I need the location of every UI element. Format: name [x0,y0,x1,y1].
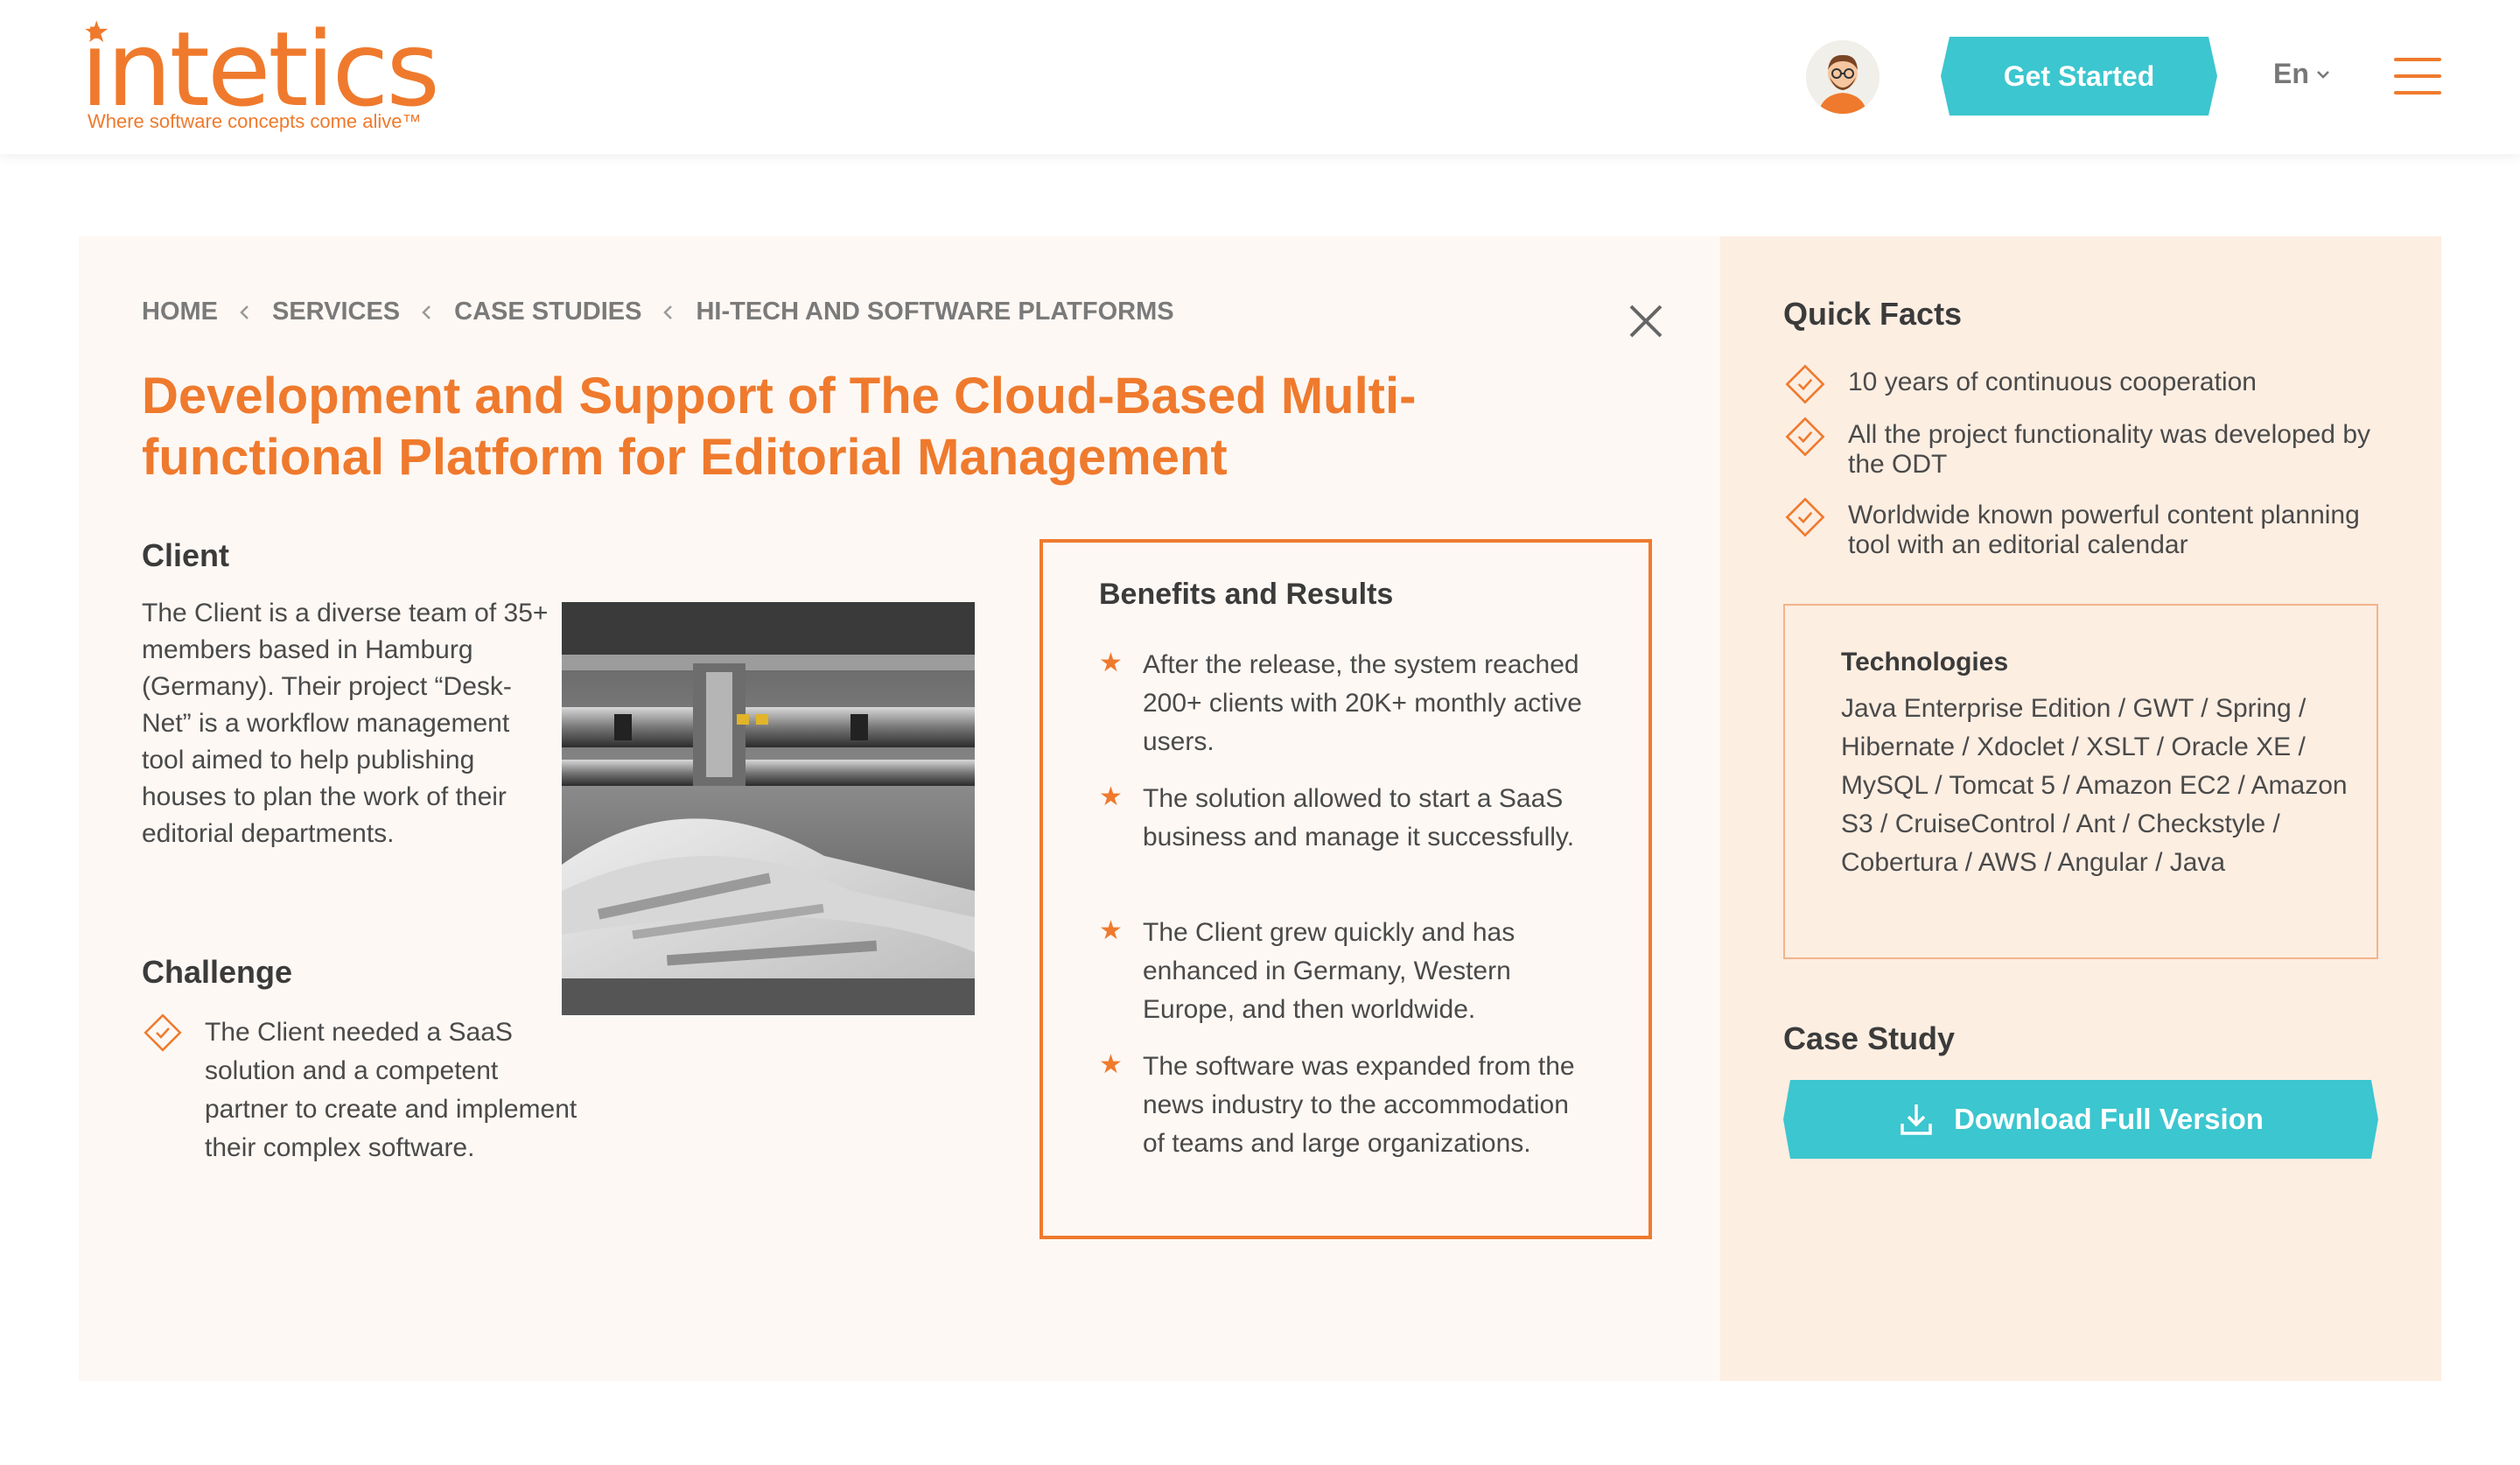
quick-facts-panel: Quick Facts 10 years of continuous coope… [1720,236,2441,1381]
benefit-item: ★ After the release, the system reached … [1099,646,1589,761]
hamburger-menu-icon[interactable] [2394,58,2441,95]
fact-item: 10 years of continuous cooperation [1783,364,2396,406]
download-label: Download Full Version [1954,1103,2264,1135]
consultant-avatar[interactable] [1806,40,1880,114]
fact-item: Worldwide known powerful content plannin… [1783,497,2396,560]
chevron-left-icon [240,305,248,319]
benefits-heading: Benefits and Results [1099,578,1394,611]
client-description: The Client is a diverse team of 35+ memb… [142,599,549,848]
benefits-box: Benefits and Results ★ After the release… [1040,539,1652,1239]
breadcrumb-case-studies[interactable]: CASE STUDIES [454,298,641,326]
benefit-item: ★ The Client grew quickly and has enhanc… [1099,914,1589,1029]
case-study-heading: Case Study [1783,1020,1956,1056]
challenge-heading: Challenge [142,954,293,990]
star-icon: ★ [1099,1050,1123,1079]
breadcrumb-home[interactable]: HOME [142,298,218,326]
technologies-list: Java Enterprise Edition / GWT / Spring /… [1841,694,2348,877]
chevron-left-icon [422,305,431,319]
star-icon: ★ [1099,916,1123,945]
quick-facts-heading: Quick Facts [1783,296,1963,332]
logo-wordmark: intetics [80,9,440,130]
breadcrumb: HOME SERVICES CASE STUDIES HI-TECH AND S… [142,298,1174,326]
diamond-check-icon [1785,497,1825,537]
breadcrumb-hi-tech[interactable]: HI-TECH AND SOFTWARE PLATFORMS [696,298,1173,326]
fact-item: All the project functionality was develo… [1783,417,2396,480]
printing-press-image [562,602,975,1015]
benefit-item: ★ The software was expanded from the new… [1099,1048,1589,1163]
case-study-main-panel: HOME SERVICES CASE STUDIES HI-TECH AND S… [79,236,1720,1381]
challenge-item: The Client needed a SaaS solution and a … [142,1013,579,1167]
diamond-check-icon [144,1013,182,1052]
benefit-text: The Client grew quickly and has enhanced… [1143,918,1516,1024]
logo-tagline: Where software concepts come alive™ [88,110,422,132]
chevron-left-icon [663,305,673,319]
benefit-text: The software was expanded from the news … [1143,1052,1575,1158]
benefit-text: The solution allowed to start a SaaS bus… [1143,784,1575,852]
page-title: Development and Support of The Cloud-Bas… [142,368,1417,486]
breadcrumb-services[interactable]: SERVICES [272,298,400,326]
get-started-button[interactable]: Get Started [1941,37,2217,116]
download-icon [1900,1104,1932,1135]
diamond-check-icon [1785,364,1825,404]
diamond-check-icon [1785,417,1825,457]
site-header: ★ intetics Where software concepts come … [0,0,2520,154]
intetics-logo[interactable]: ★ intetics Where software concepts come … [80,9,448,140]
fact-text: Worldwide known powerful content plannin… [1848,501,2360,559]
fact-text: All the project functionality was develo… [1848,420,2371,479]
technologies-box: Technologies Java Enterprise Edition / G… [1783,604,2378,959]
download-full-version-button[interactable]: Download Full Version [1783,1080,2378,1159]
client-heading: Client [142,537,230,573]
close-icon[interactable] [1626,301,1666,341]
challenge-text: The Client needed a SaaS solution and a … [205,1018,578,1162]
technologies-heading: Technologies [1841,648,2009,676]
language-selector[interactable]: En [2273,58,2330,90]
benefit-item: ★ The solution allowed to start a SaaS b… [1099,780,1589,857]
benefit-text: After the release, the system reached 20… [1143,650,1582,756]
chevron-down-icon [2317,70,2329,79]
star-icon: ★ [1099,648,1123,677]
language-label: En [2273,58,2309,89]
star-icon: ★ [1099,782,1123,811]
fact-text: 10 years of continuous cooperation [1848,368,2257,396]
